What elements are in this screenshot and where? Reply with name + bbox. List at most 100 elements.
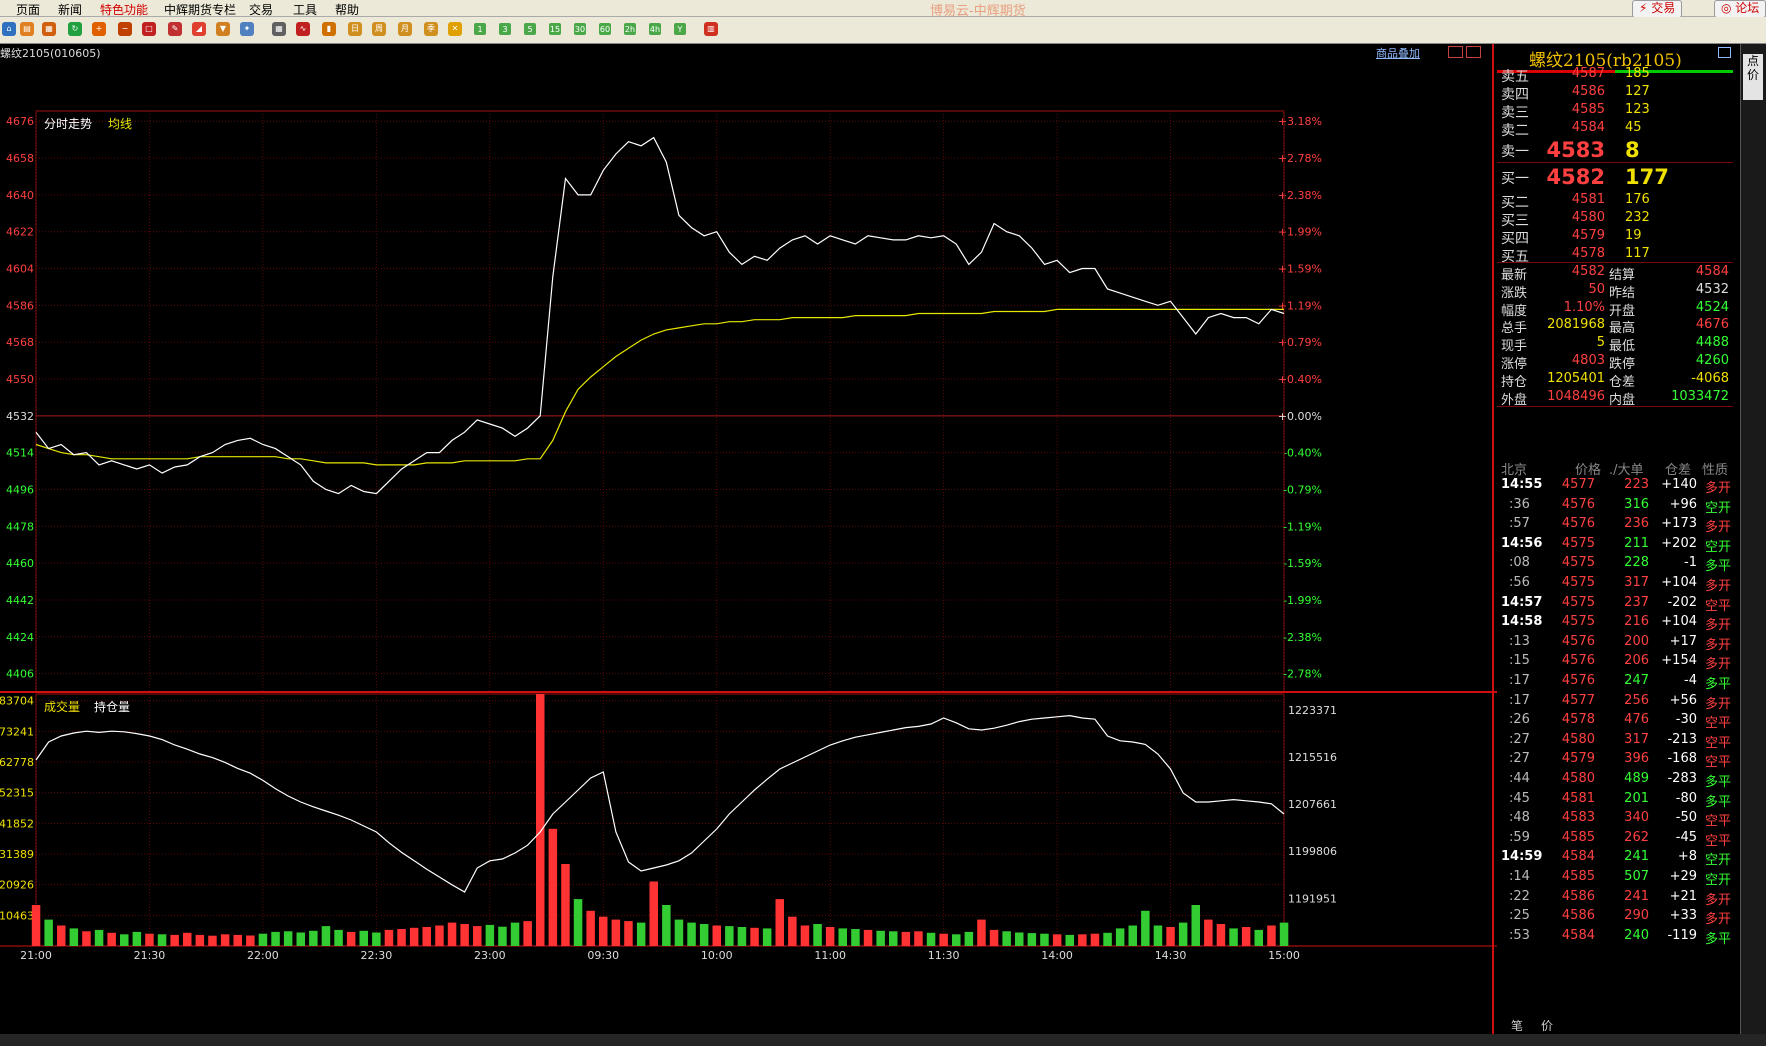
tick-volume: 216 bbox=[1624, 614, 1649, 630]
month-icon[interactable]: 月 bbox=[398, 22, 412, 36]
menu-item-2[interactable]: 特色功能 bbox=[100, 1, 148, 18]
period-button-60[interactable]: 60 bbox=[599, 23, 611, 35]
menu-item-4[interactable]: 交易 bbox=[249, 1, 273, 18]
tick-price: 4577 bbox=[1561, 477, 1595, 492]
tick-nature: 多开 bbox=[1704, 520, 1731, 536]
tick-price: 4576 bbox=[1561, 673, 1595, 688]
volume-bar bbox=[132, 931, 142, 946]
volume-bar bbox=[283, 931, 293, 946]
tick-oi-change: -4 bbox=[1684, 673, 1697, 688]
oi-tick-label: 1199806 bbox=[1288, 845, 1337, 858]
pen-icon[interactable]: ✎ bbox=[168, 22, 182, 36]
book-icon[interactable]: ▤ bbox=[20, 22, 34, 36]
zoom-in-icon[interactable]: + bbox=[92, 22, 106, 36]
time-tick-label: 15:00 bbox=[1268, 949, 1300, 962]
orderbook-row[interactable]: 卖三 4585 123 bbox=[1497, 102, 1733, 122]
volume-bar bbox=[485, 924, 495, 946]
tick-volume: 201 bbox=[1624, 790, 1649, 806]
tick-price: 4575 bbox=[1561, 594, 1595, 610]
tick-oi-change: +21 bbox=[1669, 888, 1697, 904]
zoom-out-icon[interactable]: − bbox=[118, 22, 132, 36]
candle-icon[interactable]: ▮ bbox=[322, 22, 336, 36]
report-icon[interactable]: ▦ bbox=[42, 22, 56, 36]
menu-item-1[interactable]: 新闻 bbox=[58, 1, 82, 18]
orderbook-row[interactable]: 买五 4578 117 bbox=[1497, 246, 1733, 266]
layout-icon[interactable]: ▥ bbox=[704, 22, 718, 36]
tick-time: :59 bbox=[1509, 829, 1530, 845]
orderbook-row[interactable]: 卖四 4586 127 bbox=[1497, 84, 1733, 104]
refresh-icon[interactable]: ↻ bbox=[68, 22, 82, 36]
price-tick-label: 4568 bbox=[6, 336, 34, 349]
tick-time: :17 bbox=[1509, 692, 1530, 708]
forum-button[interactable]: ◎ 论坛 bbox=[1714, 0, 1766, 18]
period-button-5[interactable]: 5 bbox=[524, 23, 536, 35]
orderbook-volume: 45 bbox=[1625, 120, 1642, 135]
week-icon[interactable]: 周 bbox=[372, 22, 386, 36]
orderbook-label: 买二 bbox=[1501, 195, 1529, 211]
orderbook-row[interactable]: 卖五 4587 185 bbox=[1497, 66, 1733, 86]
trade-button[interactable]: ⚡ 交易 bbox=[1632, 0, 1683, 18]
tick-price: 4576 bbox=[1561, 516, 1595, 532]
orderbook-price: 4578 bbox=[1571, 246, 1605, 261]
orderbook-volume: 19 bbox=[1625, 228, 1642, 243]
tick-time: :56 bbox=[1509, 575, 1530, 590]
volume-bar bbox=[1065, 934, 1074, 946]
volume-tick-label: 62778 bbox=[0, 756, 34, 769]
time-tick-label: 14:00 bbox=[1041, 949, 1073, 962]
tick-time: :44 bbox=[1509, 771, 1530, 786]
orderbook-row[interactable]: 买二 4581 176 bbox=[1497, 192, 1733, 212]
tick-price: 4575 bbox=[1561, 535, 1595, 551]
volume-bar bbox=[1216, 924, 1226, 946]
menu-item-5[interactable]: 工具 bbox=[293, 1, 317, 18]
menu-item-6[interactable]: 帮助 bbox=[335, 1, 359, 18]
period-button-2h[interactable]: 2h bbox=[624, 23, 636, 35]
orderbook-price: 4584 bbox=[1571, 120, 1605, 135]
volume-bar bbox=[57, 925, 66, 946]
table-icon[interactable]: ▦ bbox=[272, 22, 286, 36]
tick-nature: 空开 bbox=[1704, 500, 1731, 516]
orderbook-price: 4585 bbox=[1571, 102, 1605, 117]
period-button-Y[interactable]: Y bbox=[674, 23, 686, 35]
tab-ticks[interactable]: 笔 bbox=[1511, 1017, 1523, 1034]
plugin-icon[interactable]: ✦ bbox=[240, 22, 254, 36]
tick-oi-change: -283 bbox=[1667, 771, 1697, 786]
period-button-4h[interactable]: 4h bbox=[649, 23, 661, 35]
volume-bar bbox=[989, 929, 999, 946]
tick-price: 4585 bbox=[1561, 869, 1595, 884]
oi-tick-label: 1207661 bbox=[1288, 798, 1337, 811]
orderbook-row[interactable]: 买四 4579 19 bbox=[1497, 228, 1733, 248]
legend-avg: 均线 bbox=[108, 117, 132, 131]
home-icon[interactable]: ⌂ bbox=[2, 22, 16, 36]
tab-prices[interactable]: 价 bbox=[1541, 1017, 1553, 1034]
chart-icon[interactable]: ◢ bbox=[192, 22, 206, 36]
period-button-1[interactable]: 1 bbox=[474, 23, 486, 35]
orderbook-row[interactable]: 买三 4580 232 bbox=[1497, 210, 1733, 230]
price-tick-label: 4622 bbox=[6, 226, 34, 239]
season-icon[interactable]: 季 bbox=[424, 22, 438, 36]
tick-volume: 290 bbox=[1624, 908, 1649, 924]
filter-icon[interactable]: ▼ bbox=[216, 22, 230, 36]
orderbook-row[interactable]: 卖二 4584 45 bbox=[1497, 120, 1733, 140]
tick-time: :13 bbox=[1509, 633, 1530, 649]
volume-bar bbox=[271, 931, 280, 946]
orderbook-row[interactable]: 卖一 4583 8 bbox=[1497, 138, 1733, 162]
timeshare-chart[interactable]: 4676 +3.18%4658 +2.78%4640 +2.38%4622 +1.99%… bbox=[0, 44, 1497, 1034]
period-button-30[interactable]: 30 bbox=[574, 23, 586, 35]
volume-bar bbox=[473, 926, 482, 946]
menu-item-3[interactable]: 中辉期货专栏 bbox=[164, 1, 236, 18]
orderbook-row[interactable]: 买一 4582 177 bbox=[1497, 165, 1733, 189]
panel-toggle-icon[interactable] bbox=[1718, 47, 1731, 58]
menu-item-0[interactable]: 页面 bbox=[16, 1, 40, 18]
cross-icon[interactable]: ✕ bbox=[448, 22, 462, 36]
period-button-15[interactable]: 15 bbox=[549, 23, 561, 35]
tick-price: 4576 bbox=[1561, 496, 1595, 512]
tick-time: :15 bbox=[1509, 653, 1530, 669]
price-point-tab[interactable]: 点价 bbox=[1743, 54, 1763, 100]
window-icon[interactable]: □ bbox=[142, 22, 156, 36]
timeshare-icon[interactable]: ∿ bbox=[296, 22, 310, 36]
period-button-3[interactable]: 3 bbox=[499, 23, 511, 35]
tick-time: :36 bbox=[1509, 496, 1530, 512]
day-icon[interactable]: 日 bbox=[348, 22, 362, 36]
tick-time: 14:57 bbox=[1501, 594, 1543, 610]
tick-time: :53 bbox=[1509, 927, 1530, 943]
